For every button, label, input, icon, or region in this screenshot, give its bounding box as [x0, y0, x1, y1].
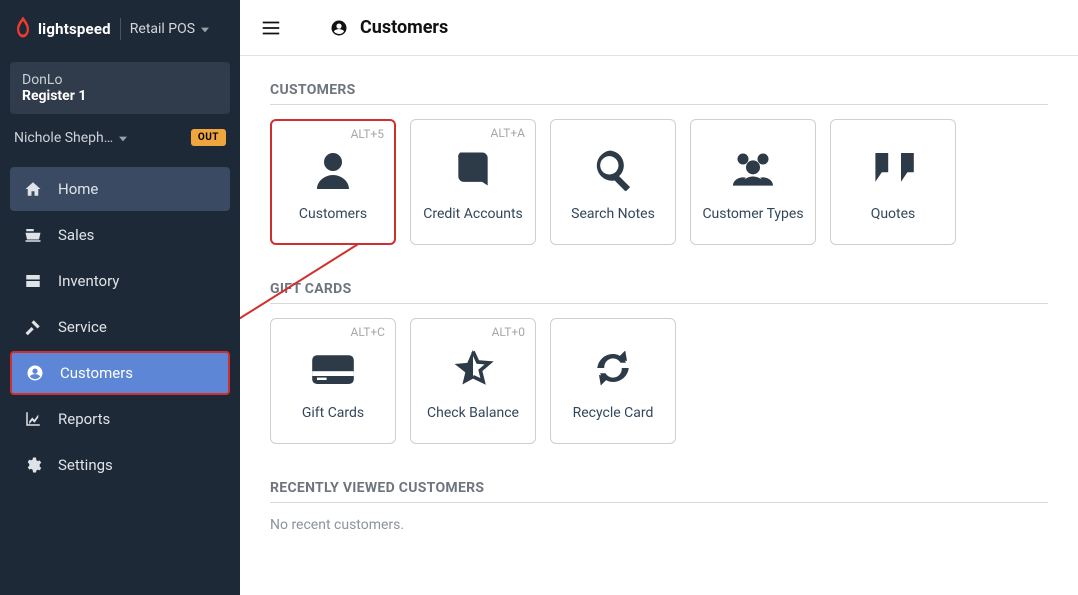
- current-user-name: Nichole Sheph…: [14, 130, 113, 146]
- nav-label: Reports: [58, 410, 218, 428]
- caret-down-icon: [201, 20, 209, 38]
- user-icon: [309, 142, 357, 196]
- card-recycle-card[interactable]: Recycle Card: [550, 318, 676, 444]
- person-circle-icon: [330, 18, 350, 38]
- card-quotes[interactable]: Quotes: [830, 119, 956, 245]
- lightspeed-logo-icon: [14, 16, 32, 42]
- nav-item-home[interactable]: Home: [10, 167, 230, 211]
- register-name: Register 1: [22, 88, 218, 104]
- chart-line-icon: [22, 410, 44, 428]
- search-icon: [591, 142, 635, 196]
- page-title: Customers: [360, 17, 448, 38]
- shortcut-hint: ALT+5: [351, 127, 384, 141]
- card-label: Gift Cards: [302, 405, 364, 421]
- nav-item-reports[interactable]: Reports: [10, 397, 230, 441]
- card-label: Credit Accounts: [423, 206, 523, 222]
- topbar: Customers: [240, 0, 1078, 56]
- register-context[interactable]: DonLo Register 1: [10, 62, 230, 114]
- users-group-icon: [728, 142, 778, 196]
- gear-icon: [22, 456, 44, 474]
- home-icon: [22, 180, 44, 198]
- recent-empty-text: No recent customers.: [270, 517, 1048, 533]
- nav-label: Service: [58, 318, 218, 336]
- card-credit-accounts[interactable]: ALT+A Credit Accounts: [410, 119, 536, 245]
- nav-label: Sales: [58, 226, 218, 244]
- nav-item-customers[interactable]: Customers: [10, 351, 230, 395]
- nav-label: Home: [58, 180, 218, 198]
- brand-divider: [120, 18, 121, 40]
- card-label: Recycle Card: [573, 405, 654, 421]
- nav-label: Customers: [60, 364, 216, 382]
- refresh-icon: [592, 341, 634, 395]
- status-badge-out[interactable]: OUT: [191, 129, 226, 146]
- card-label: Quotes: [871, 206, 916, 222]
- nav-item-settings[interactable]: Settings: [10, 443, 230, 487]
- hamburger-icon[interactable]: [260, 17, 282, 39]
- nav-item-service[interactable]: Service: [10, 305, 230, 349]
- shortcut-hint: ALT+0: [492, 325, 525, 339]
- card-customer-types[interactable]: Customer Types: [690, 119, 816, 245]
- nav-item-inventory[interactable]: Inventory: [10, 259, 230, 303]
- drawer-icon: [22, 272, 44, 290]
- card-check-balance[interactable]: ALT+0 Check Balance: [410, 318, 536, 444]
- card-gift-cards[interactable]: ALT+C Gift Cards: [270, 318, 396, 444]
- star-half-icon: [451, 341, 495, 395]
- book-icon: [451, 142, 495, 196]
- card-search-notes[interactable]: Search Notes: [550, 119, 676, 245]
- nav-label: Settings: [58, 456, 218, 474]
- card-label: Search Notes: [571, 206, 655, 222]
- content-area: CUSTOMERS ALT+5 Customers ALT+A Credit A…: [240, 56, 1078, 595]
- brand-bar[interactable]: lightspeed Retail POS: [0, 0, 240, 58]
- credit-card-icon: [309, 341, 357, 395]
- nav-item-sales[interactable]: Sales: [10, 213, 230, 257]
- card-label: Customer Types: [702, 206, 803, 222]
- hammer-icon: [22, 318, 44, 336]
- cards-row: ALT+5 Customers ALT+A Credit Accounts: [270, 119, 1048, 245]
- brand-product: Retail POS: [130, 21, 195, 37]
- section-title: GIFT CARDS: [270, 281, 1048, 304]
- person-circle-icon: [24, 364, 46, 382]
- nav-label: Inventory: [58, 272, 218, 290]
- caret-down-icon: [119, 128, 127, 147]
- section-title: CUSTOMERS: [270, 82, 1048, 105]
- section-customers: CUSTOMERS ALT+5 Customers ALT+A Credit A…: [270, 82, 1048, 245]
- card-customers[interactable]: ALT+5 Customers: [270, 119, 396, 245]
- cards-row: ALT+C Gift Cards ALT+0 Check Balance: [270, 318, 1048, 444]
- main-nav: Home Sales Inventory Service Customers: [0, 161, 240, 495]
- store-name: DonLo: [22, 72, 218, 88]
- cash-register-icon: [22, 226, 44, 244]
- section-recent-customers: RECENTLY VIEWED CUSTOMERS No recent cust…: [270, 480, 1048, 533]
- quotes-icon: [869, 142, 917, 196]
- user-switcher[interactable]: Nichole Sheph… OUT: [0, 124, 240, 161]
- shortcut-hint: ALT+A: [491, 126, 525, 140]
- card-label: Check Balance: [427, 405, 519, 421]
- main-area: Customers CUSTOMERS ALT+5 Customers ALT+…: [240, 0, 1078, 595]
- card-label: Customers: [299, 206, 367, 222]
- sidebar: lightspeed Retail POS DonLo Register 1 N…: [0, 0, 240, 595]
- section-gift-cards: GIFT CARDS ALT+C Gift Cards ALT+0 Check …: [270, 281, 1048, 444]
- brand-name: lightspeed: [38, 20, 111, 38]
- section-title: RECENTLY VIEWED CUSTOMERS: [270, 480, 1048, 503]
- shortcut-hint: ALT+C: [351, 325, 385, 339]
